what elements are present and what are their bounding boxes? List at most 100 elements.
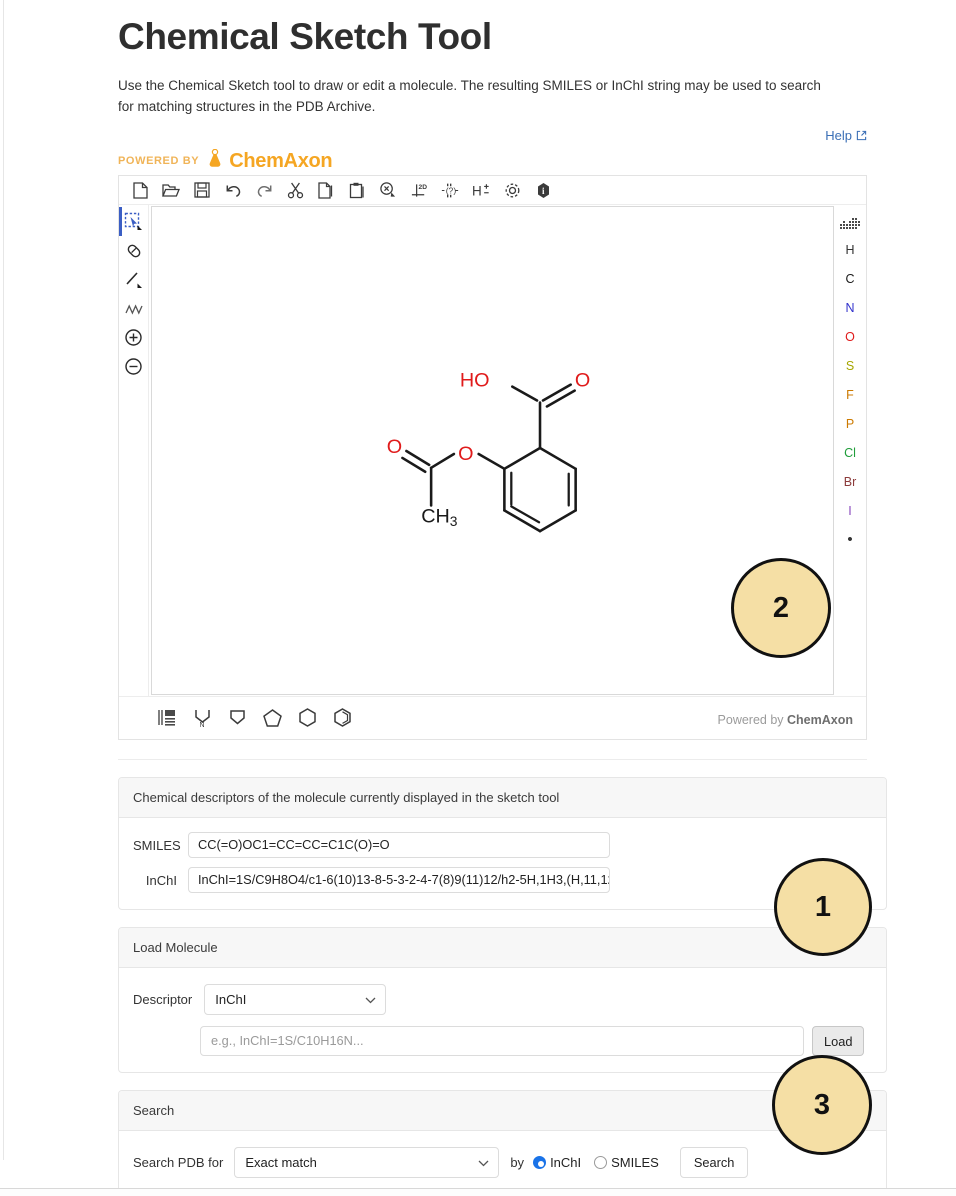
sketcher-element-palette: H C N O S F P Cl Br I • [834, 205, 866, 696]
chemaxon-wordmark: ChemAxon [229, 149, 333, 172]
annotation-number-3: 3 [813, 1088, 831, 1121]
page-description: Use the Chemical Sketch tool to draw or … [118, 78, 821, 115]
load-molecule-body: Descriptor InChI e.g., InChI=1S/C10H16N.… [119, 968, 886, 1072]
radio-inchi-indicator [533, 1156, 547, 1170]
descriptor-select-value: InChI [215, 992, 247, 1008]
element-button-c[interactable]: C [834, 264, 866, 293]
save-disk-icon[interactable] [193, 181, 211, 199]
chemaxon-brand: POWERED BY ChemAxon [118, 148, 878, 173]
search-pdb-label: Search PDB for [133, 1155, 224, 1171]
descriptor-select[interactable]: InChI [204, 984, 387, 1016]
inchi-field[interactable]: InChI=1S/C9H8O4/c1-6(10)13-8-5-3-2-4-7(8… [188, 867, 610, 894]
element-button-n[interactable]: N [834, 293, 866, 322]
open-folder-icon[interactable] [162, 181, 180, 199]
molecule-drawing: HO O O O CH3 [387, 370, 590, 533]
element-button-p[interactable]: P [834, 409, 866, 438]
chemaxon-flask-icon [207, 148, 223, 173]
load-descriptor-input[interactable]: e.g., InChI=1S/C10H16N... [200, 1026, 804, 1057]
chevron-down-icon [365, 985, 376, 1016]
powered-by-text: Powered by [717, 713, 788, 728]
svg-text:(?): (?) [446, 185, 457, 195]
powered-by-label: POWERED BY [118, 155, 200, 168]
radio-inchi-label: InChI [550, 1155, 582, 1171]
section-divider [118, 759, 867, 761]
search-by-label: by [510, 1155, 525, 1171]
descriptors-panel-header: Chemical descriptors of the molecule cur… [119, 778, 886, 819]
new-file-icon[interactable] [131, 181, 149, 199]
annotation-circle-3: 3 [772, 1055, 872, 1155]
smiles-field[interactable]: CC(=O)OC1=CC=CC=C1C(O)=O [188, 832, 610, 859]
selection-tool-icon[interactable] [118, 207, 149, 237]
load-molecule-header: Load Molecule [119, 928, 886, 969]
bond-tool-icon[interactable] [119, 265, 149, 294]
element-button-s[interactable]: S [834, 351, 866, 380]
chain-tool-icon[interactable] [119, 294, 149, 323]
load-button[interactable]: Load [812, 1026, 865, 1057]
help-link[interactable]: Help [825, 128, 867, 143]
clear-canvas-icon[interactable] [379, 181, 397, 199]
search-button[interactable]: Search [679, 1147, 749, 1179]
benzene-ring-icon[interactable] [332, 708, 352, 728]
page-left-rule [3, 0, 4, 1160]
undo-icon[interactable] [224, 181, 242, 199]
annotation-number-2: 2 [772, 591, 790, 624]
radio-smiles[interactable]: SMILES [594, 1155, 659, 1170]
add-remove-hydrogens-icon[interactable]: H [472, 181, 490, 199]
clean-2d-icon[interactable]: 2D [410, 181, 428, 199]
redo-icon[interactable] [255, 181, 273, 199]
search-row: Search PDB for Exact match by InChI SMIL… [133, 1147, 872, 1179]
decrease-charge-icon[interactable] [119, 352, 149, 381]
radio-smiles-label: SMILES [611, 1155, 659, 1171]
amine-group-icon[interactable]: N [192, 708, 212, 728]
descriptor-label: Descriptor [133, 992, 193, 1008]
inchi-row: InChI InChI=1S/C9H8O4/c1-6(10)13-8-5-3-2… [133, 867, 872, 894]
chemical-sketch-tool-page: Chemical Sketch Tool Use the Chemical Sk… [0, 0, 956, 1196]
powered-by-chemaxon: ChemAxon [787, 713, 853, 728]
annotation-number-1: 1 [814, 890, 832, 923]
increase-charge-icon[interactable] [119, 323, 149, 352]
descriptors-panel: Chemical descriptors of the molecule cur… [118, 777, 887, 911]
periodic-table-icon[interactable] [840, 213, 860, 235]
cut-scissors-icon[interactable] [286, 181, 304, 199]
chevron-down-icon [478, 1148, 489, 1179]
cyclopentane-ring-icon[interactable] [262, 708, 282, 728]
structure-checker-icon[interactable]: (?) [441, 181, 459, 199]
templates-library-icon[interactable] [157, 708, 177, 728]
inchi-label: InChI [145, 872, 177, 888]
copy-icon[interactable] [317, 181, 335, 199]
sketcher-powered-by: Powered by ChemAxon [718, 713, 853, 727]
info-icon[interactable]: i [534, 181, 552, 199]
element-button-o[interactable]: O [834, 322, 866, 351]
smiles-row: SMILES CC(=O)OC1=CC=CC=C1C(O)=O [133, 832, 872, 859]
label-HO: HO [460, 370, 490, 392]
element-button-i[interactable]: I [834, 496, 866, 525]
settings-gear-icon[interactable] [503, 181, 521, 199]
element-button-radical[interactable]: • [834, 525, 866, 554]
external-link-icon [856, 129, 867, 144]
search-panel-header: Search [119, 1091, 886, 1132]
eraser-tool-icon[interactable] [119, 236, 149, 265]
page-title: Chemical Sketch Tool [118, 16, 492, 57]
svg-text:2D: 2D [419, 184, 428, 191]
label-O-carbonyl: O [575, 370, 590, 392]
help-link-label: Help [825, 128, 852, 144]
chemaxon-sketcher[interactable]: 2D (?) H i HO O O O CH3 H C N O S F P Cl… [118, 175, 867, 741]
load-input-row: e.g., InChI=1S/C10H16N... Load [200, 1026, 872, 1057]
descriptors-panel-body: SMILES CC(=O)OC1=CC=CC=C1C(O)=O InChI In… [119, 818, 886, 909]
element-button-cl[interactable]: Cl [834, 438, 866, 467]
annotation-circle-2: 2 [731, 558, 831, 658]
search-match-select[interactable]: Exact match [234, 1147, 500, 1179]
sketcher-canvas[interactable]: HO O O O CH3 [151, 206, 834, 696]
element-button-h[interactable]: H [834, 235, 866, 264]
footer-band [0, 1189, 956, 1196]
cyclohexane-ring-icon[interactable] [297, 708, 317, 728]
sketcher-left-toolbar [118, 205, 149, 697]
label-O-ester: O [458, 443, 473, 465]
smiles-label: SMILES [133, 837, 181, 853]
element-button-br[interactable]: Br [834, 467, 866, 496]
element-button-f[interactable]: F [834, 380, 866, 409]
cyclobutane-ring-icon[interactable] [227, 708, 247, 728]
radio-inchi[interactable]: InChI [533, 1155, 581, 1170]
search-panel-body: Search PDB for Exact match by InChI SMIL… [119, 1131, 886, 1196]
paste-icon[interactable] [348, 181, 366, 199]
